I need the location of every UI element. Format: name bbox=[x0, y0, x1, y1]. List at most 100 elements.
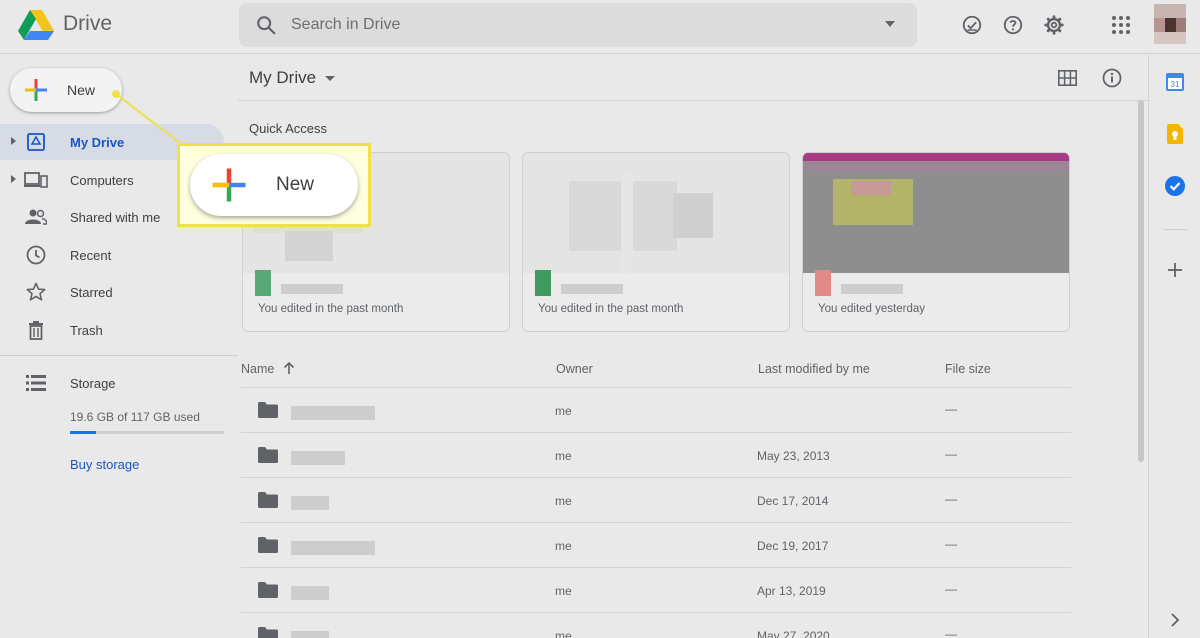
column-header-name[interactable]: Name bbox=[241, 362, 274, 376]
scrollbar-thumb[interactable] bbox=[1138, 100, 1144, 462]
row-size: — bbox=[945, 627, 957, 638]
file-name-redacted bbox=[291, 586, 329, 600]
quick-access-card[interactable]: You edited yesterday bbox=[802, 152, 1070, 332]
row-modified: Apr 13, 2019 bbox=[757, 584, 826, 598]
folder-icon bbox=[258, 582, 278, 598]
title-dropdown-icon[interactable] bbox=[325, 76, 335, 81]
top-bar: Drive bbox=[0, 0, 1200, 54]
file-type-icon bbox=[815, 270, 831, 296]
file-name-redacted bbox=[291, 406, 375, 420]
calendar-day: 31 bbox=[1171, 80, 1180, 89]
sidebar-item-trash[interactable]: Trash bbox=[0, 312, 224, 348]
row-owner: me bbox=[555, 584, 572, 598]
app-name: Drive bbox=[63, 12, 113, 35]
settings-icon[interactable] bbox=[1042, 13, 1066, 37]
quick-access-title: Quick Access bbox=[249, 121, 328, 136]
sidebar-item-label: Shared with me bbox=[70, 210, 161, 225]
new-button-enlarged[interactable]: New bbox=[190, 154, 358, 216]
table-row[interactable]: me May 27, 2020 — bbox=[241, 612, 1071, 638]
search-input[interactable] bbox=[291, 14, 851, 36]
help-icon[interactable] bbox=[1001, 13, 1025, 37]
storage-icon bbox=[24, 372, 48, 394]
expand-arrow-icon[interactable] bbox=[11, 175, 16, 183]
file-name-redacted bbox=[291, 496, 329, 510]
new-button-callout: New bbox=[177, 143, 371, 227]
folder-icon bbox=[258, 537, 278, 553]
folder-icon bbox=[258, 627, 278, 638]
table-row[interactable]: me Dec 19, 2017 — bbox=[241, 522, 1071, 567]
grid-view-icon[interactable] bbox=[1058, 70, 1077, 86]
folder-icon bbox=[258, 402, 278, 418]
row-modified: Dec 17, 2014 bbox=[757, 494, 829, 508]
quick-access-card[interactable]: You edited in the past month bbox=[522, 152, 790, 332]
offline-check-icon[interactable] bbox=[960, 13, 984, 37]
sidebar-item-recent[interactable]: Recent bbox=[0, 237, 224, 273]
row-size: — bbox=[945, 582, 957, 596]
clock-icon bbox=[24, 244, 48, 266]
table-row[interactable]: me Dec 17, 2014 — bbox=[241, 477, 1071, 522]
file-name-redacted bbox=[281, 284, 343, 294]
file-name-redacted bbox=[291, 631, 329, 638]
search-icon[interactable] bbox=[255, 14, 277, 36]
card-caption: You edited in the past month bbox=[538, 303, 684, 315]
star-icon bbox=[24, 281, 48, 303]
sidebar-item-label: My Drive bbox=[70, 135, 125, 150]
side-panel-divider bbox=[1163, 229, 1187, 230]
sidebar-divider bbox=[0, 355, 238, 356]
expand-panel-icon[interactable] bbox=[1164, 609, 1186, 631]
expand-arrow-icon[interactable] bbox=[11, 137, 16, 145]
row-size: — bbox=[945, 447, 957, 461]
info-icon[interactable] bbox=[1102, 68, 1122, 88]
shared-icon bbox=[24, 206, 48, 228]
apps-grid-icon[interactable] bbox=[1109, 13, 1133, 37]
search-bar[interactable] bbox=[239, 3, 917, 47]
table-row[interactable]: me May 23, 2013 — bbox=[241, 432, 1071, 477]
storage-progress-fill bbox=[70, 431, 96, 434]
sidebar-item-storage[interactable]: Storage bbox=[0, 365, 224, 401]
computers-icon bbox=[24, 169, 48, 191]
row-modified: Dec 19, 2017 bbox=[757, 539, 829, 553]
page-title[interactable]: My Drive bbox=[249, 68, 316, 88]
table-row[interactable]: me Apr 13, 2019 — bbox=[241, 567, 1071, 612]
column-header-modified[interactable]: Last modified by me bbox=[758, 362, 870, 376]
storage-usage-text: 19.6 GB of 117 GB used bbox=[70, 410, 200, 424]
file-thumbnail bbox=[803, 153, 1069, 273]
file-type-icon bbox=[255, 270, 271, 296]
main-scrollbar[interactable] bbox=[1136, 100, 1146, 638]
column-header-size[interactable]: File size bbox=[945, 362, 991, 376]
file-name-redacted bbox=[841, 284, 903, 294]
folder-icon bbox=[258, 447, 278, 463]
sidebar-item-label: Recent bbox=[70, 248, 112, 263]
file-name-redacted bbox=[561, 284, 623, 294]
row-owner: me bbox=[555, 629, 572, 638]
row-owner: me bbox=[555, 404, 572, 418]
my-drive-icon bbox=[24, 131, 48, 153]
row-size: — bbox=[945, 492, 957, 506]
row-owner: me bbox=[555, 494, 572, 508]
file-thumbnail bbox=[523, 153, 789, 273]
avatar[interactable] bbox=[1154, 4, 1186, 44]
sort-up-arrow-icon[interactable] bbox=[283, 361, 295, 375]
search-options-icon[interactable] bbox=[885, 21, 895, 27]
file-type-icon bbox=[535, 270, 551, 296]
row-modified: May 23, 2013 bbox=[757, 449, 830, 463]
add-addon-icon[interactable] bbox=[1164, 259, 1186, 281]
storage-progress-bar bbox=[70, 431, 224, 434]
card-caption: You edited in the past month bbox=[258, 303, 404, 315]
row-owner: me bbox=[555, 539, 572, 553]
main-header: My Drive bbox=[238, 55, 1148, 101]
column-header-owner[interactable]: Owner bbox=[556, 362, 593, 376]
calendar-icon[interactable]: 31 bbox=[1164, 71, 1186, 93]
keep-icon[interactable] bbox=[1164, 123, 1186, 145]
folder-icon bbox=[258, 492, 278, 508]
buy-storage-link[interactable]: Buy storage bbox=[70, 457, 139, 472]
drive-logo-icon[interactable] bbox=[18, 9, 54, 41]
tasks-icon[interactable] bbox=[1164, 175, 1186, 197]
new-button[interactable]: New bbox=[10, 68, 122, 112]
sidebar-item-starred[interactable]: Starred bbox=[0, 274, 224, 310]
new-button-label: New bbox=[276, 174, 315, 195]
file-name-redacted bbox=[291, 451, 345, 465]
trash-icon bbox=[24, 319, 48, 341]
table-row[interactable]: me — bbox=[241, 387, 1071, 432]
sidebar-item-label: Trash bbox=[70, 323, 103, 338]
